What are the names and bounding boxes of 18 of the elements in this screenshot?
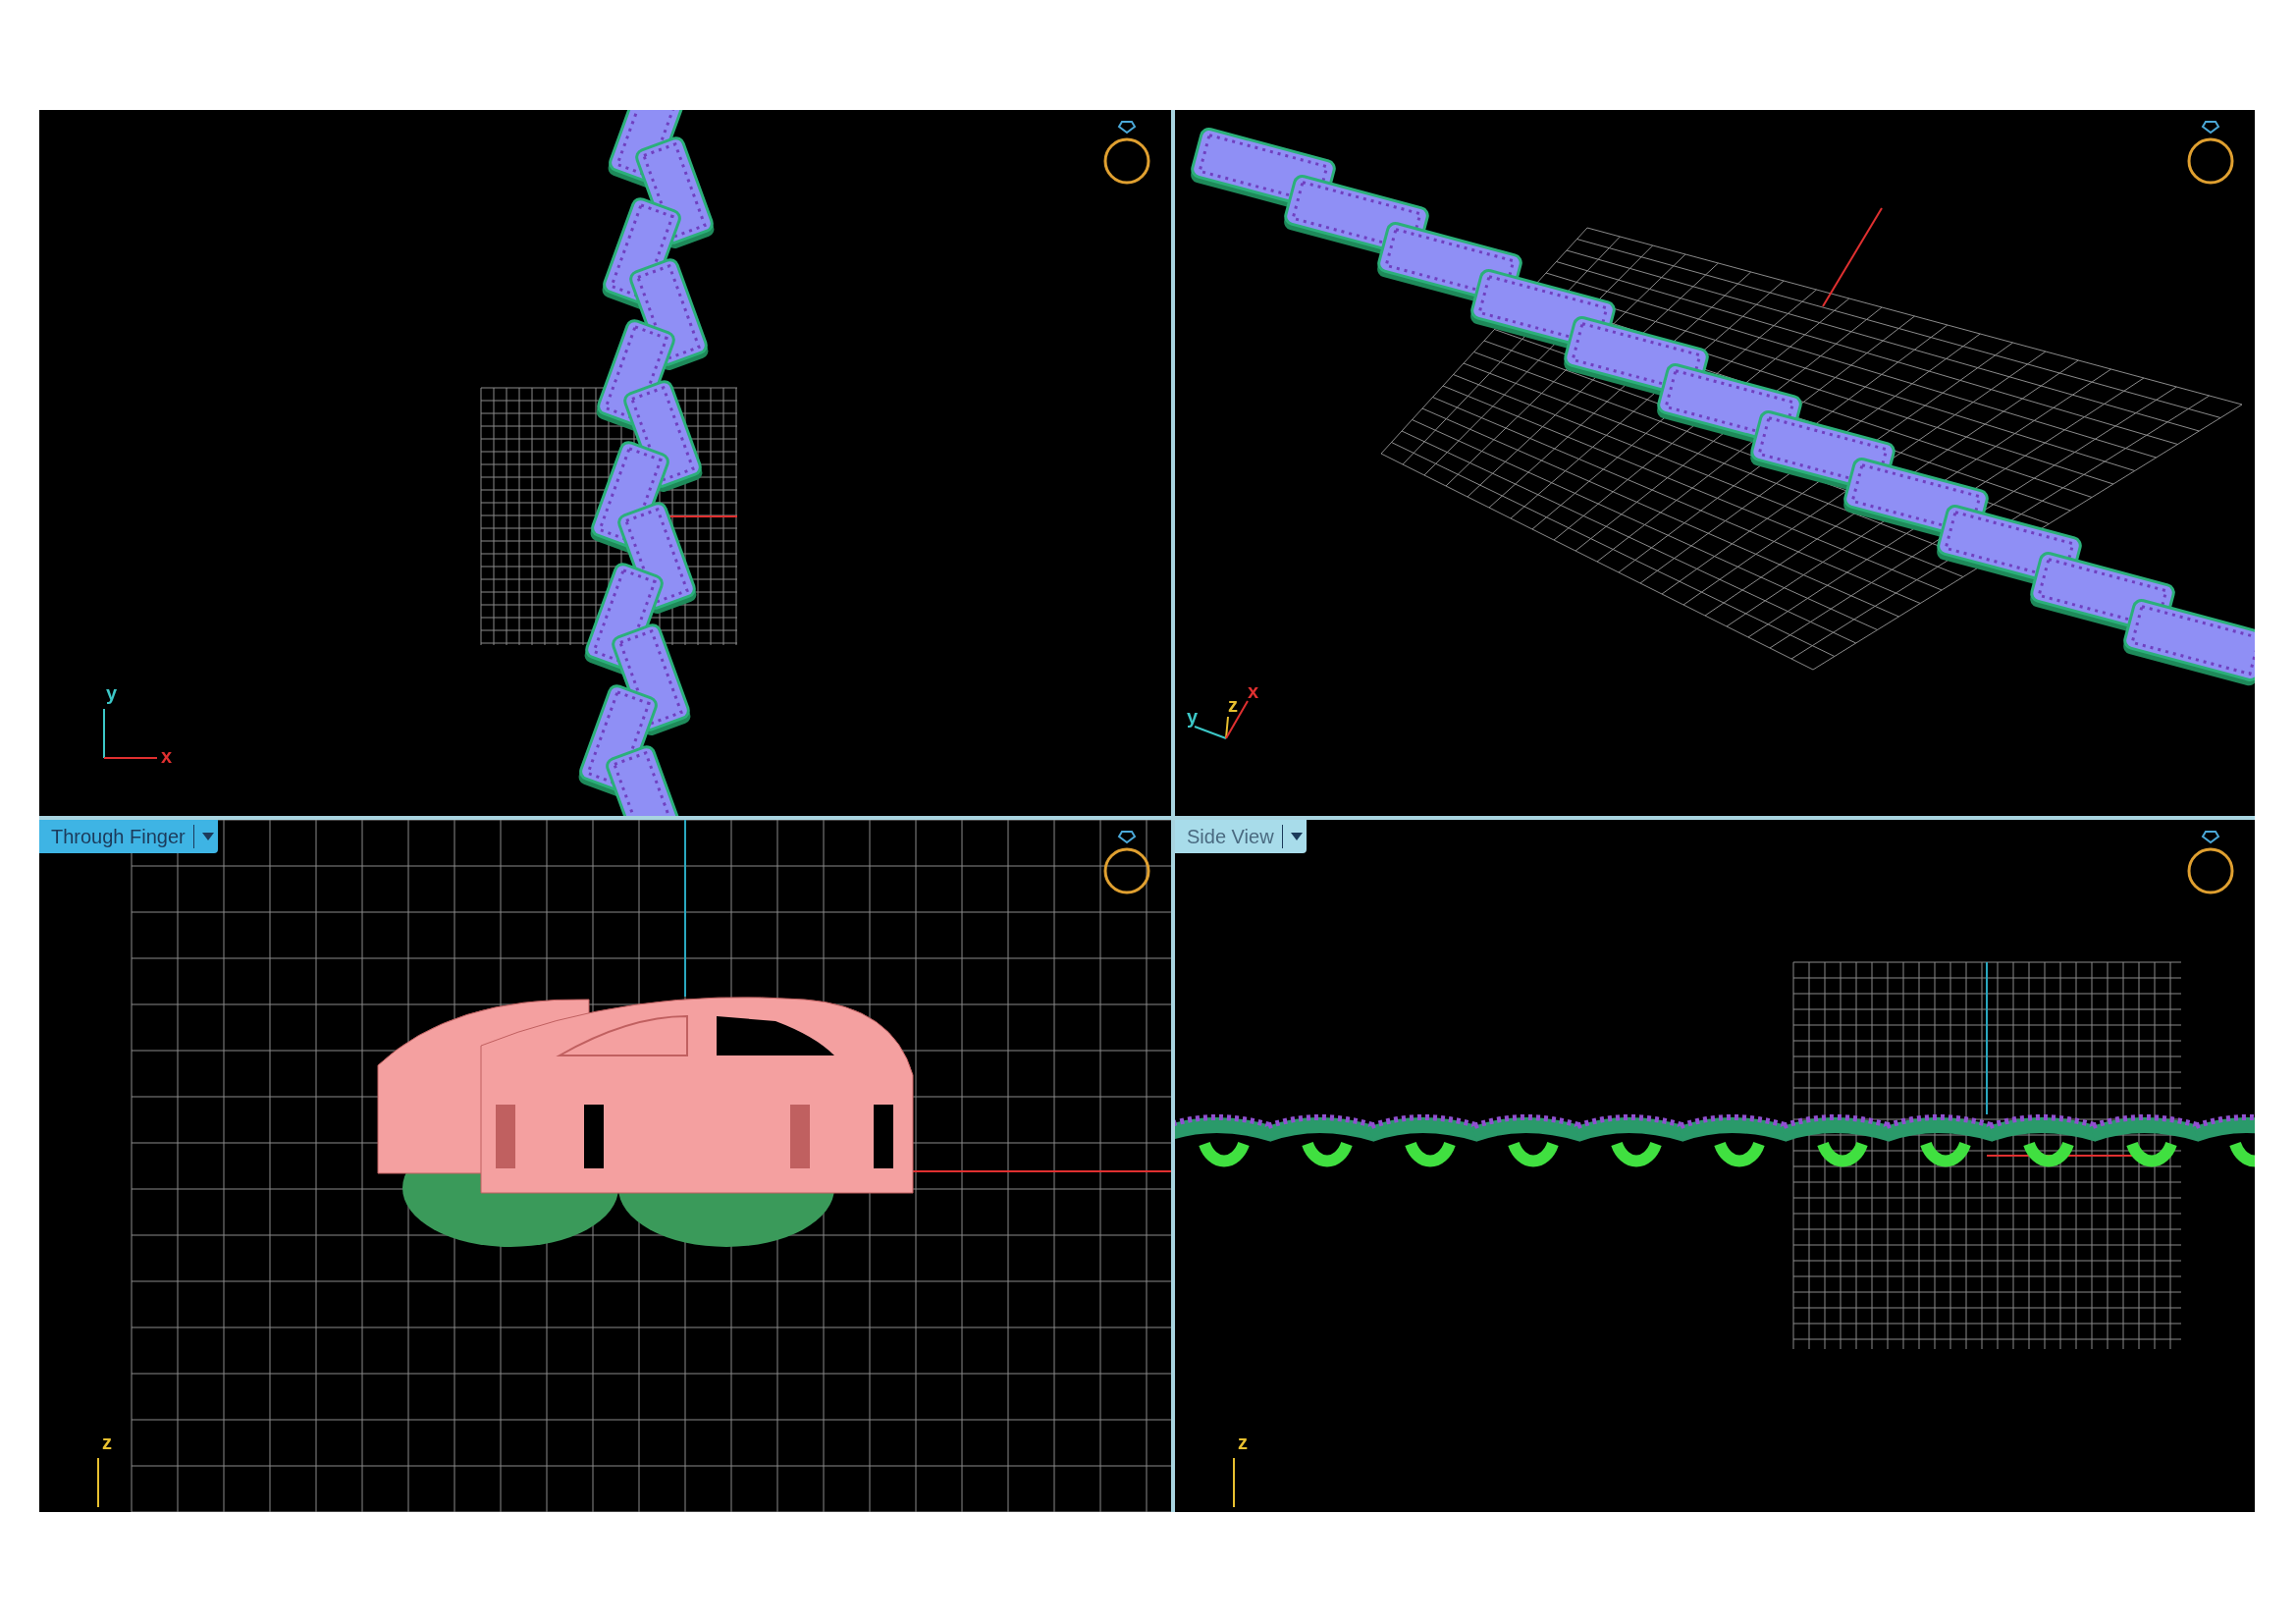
axis-label: x bbox=[1248, 681, 1259, 701]
axis-label: z bbox=[1228, 695, 1238, 715]
axis-label: z bbox=[102, 1433, 112, 1452]
axis-tripod-drawing bbox=[103, 709, 158, 760]
axis-label: z bbox=[1238, 1433, 1248, 1452]
axis-line-drawing bbox=[97, 1458, 100, 1507]
axis-label: y bbox=[106, 683, 118, 703]
view-dropdown[interactable]: Side View bbox=[1175, 820, 1307, 853]
axis-label: y bbox=[1187, 707, 1199, 727]
caret-icon bbox=[201, 833, 214, 840]
viewport[interactable]: y z x bbox=[1175, 110, 2255, 816]
viewport[interactable]: y x bbox=[39, 110, 1171, 816]
viewport[interactable]: Through Finger z bbox=[39, 820, 1171, 1512]
view-dropdown[interactable]: Through Finger bbox=[39, 820, 218, 853]
viewport[interactable]: Side View z bbox=[1175, 820, 2255, 1512]
axis-label: x bbox=[161, 746, 173, 766]
caret-icon bbox=[1290, 833, 1303, 840]
axis-line-drawing bbox=[1233, 1458, 1236, 1507]
